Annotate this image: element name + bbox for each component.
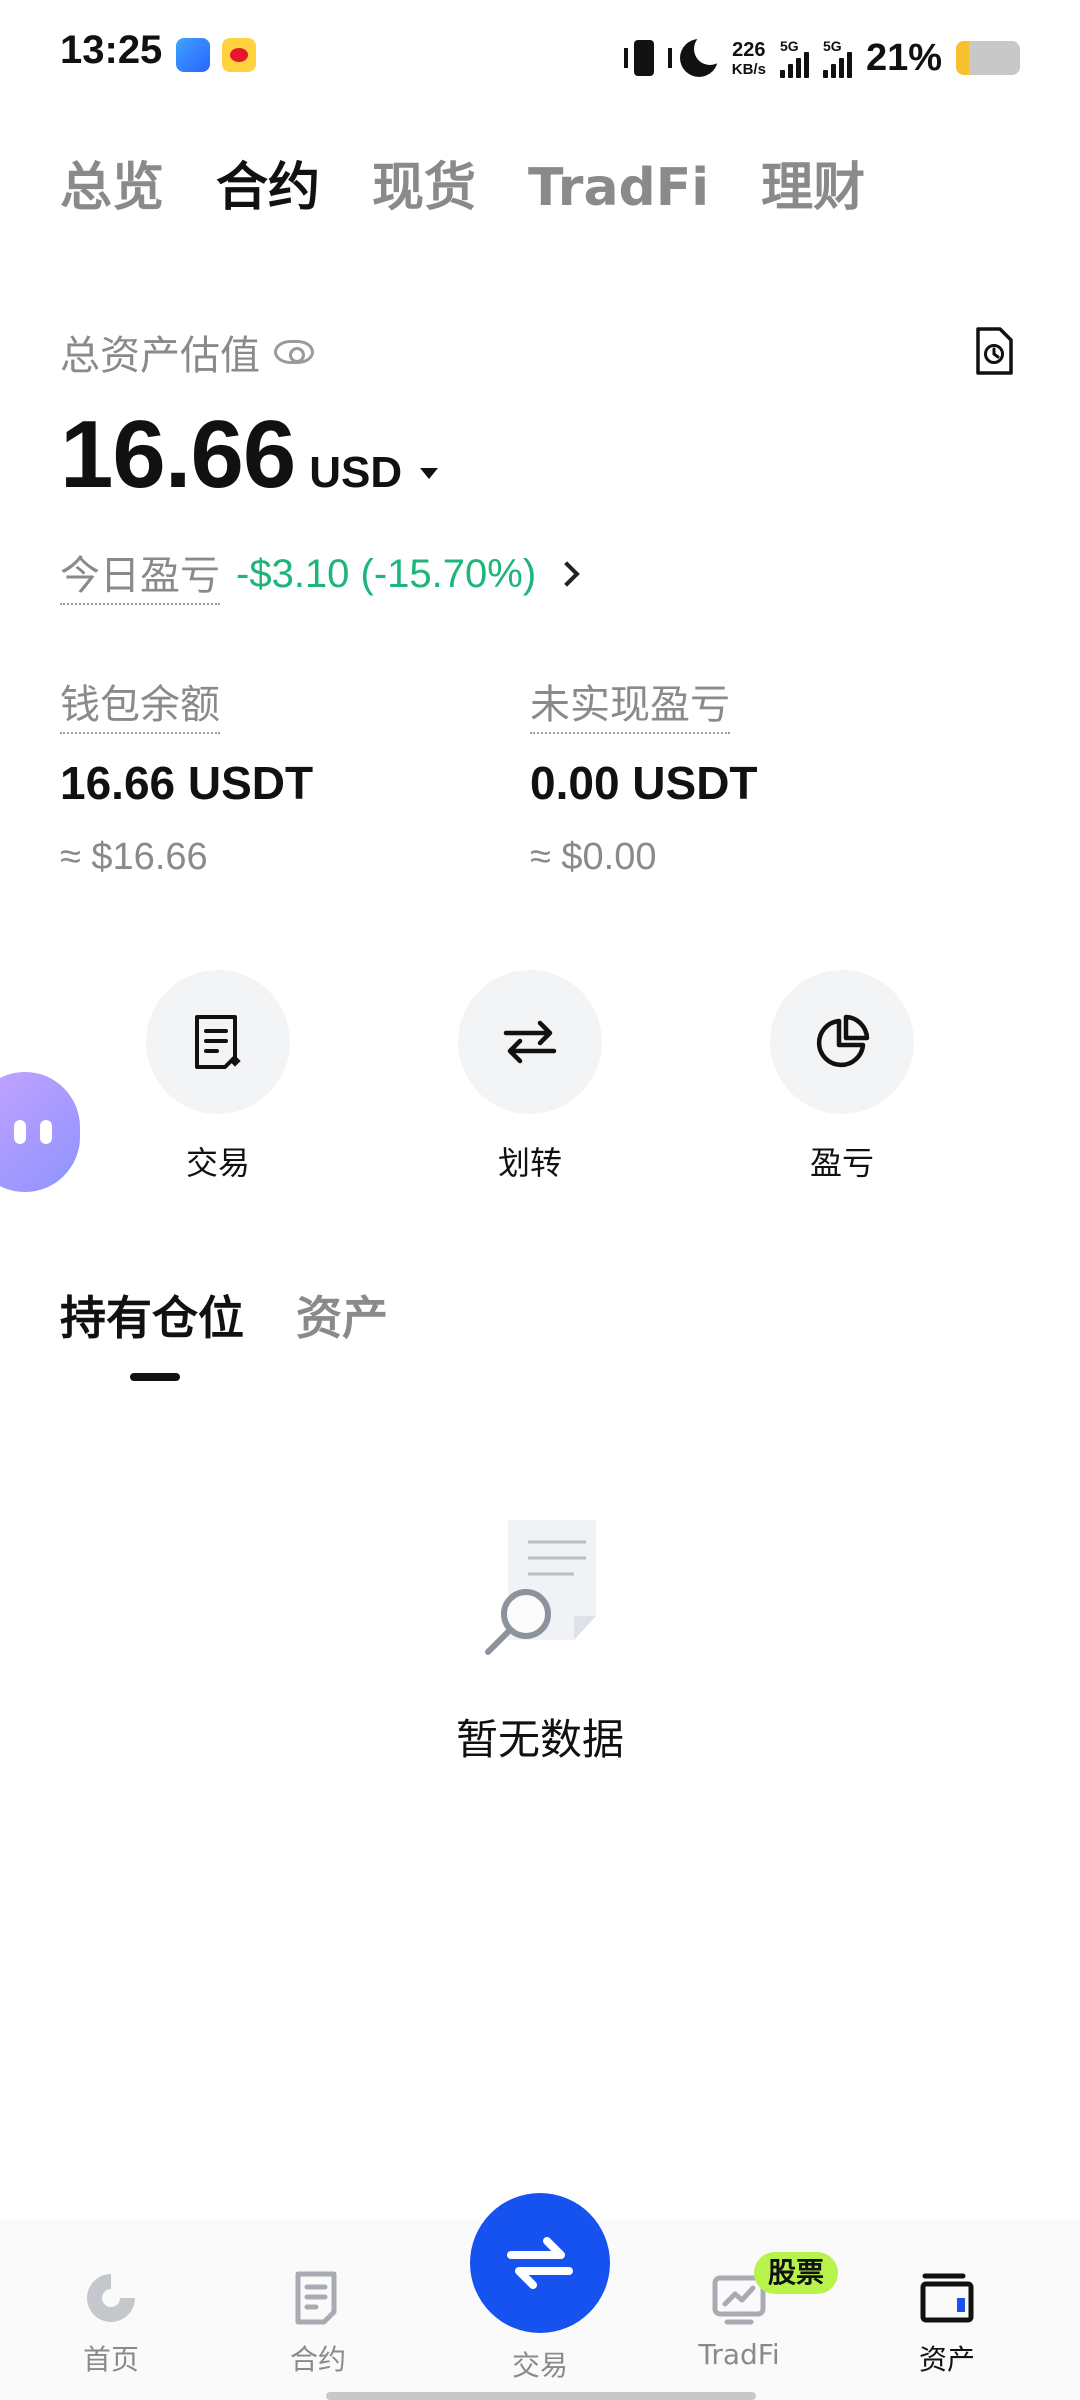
pnl-action-label: 盈亏 (809, 1144, 874, 1182)
sim1-label: 5G (779, 38, 799, 54)
unrealized-pnl: 未实现盈亏 0.00 USDT ≈ $0.00 (530, 672, 758, 879)
transfer-icon[interactable] (458, 970, 602, 1114)
pnl-action-button[interactable]: 盈亏 (767, 970, 917, 1184)
network-speed: 226 KB/s (732, 40, 766, 77)
tab-contract[interactable]: 合约 (216, 145, 320, 220)
position-tabs: 持有仓位 资产 (60, 1282, 388, 1348)
vibrate-icon (622, 40, 672, 76)
unrealized-pnl-approx: ≈ $0.00 (530, 836, 657, 878)
wallet-balance-label: 钱包余额 (60, 672, 220, 734)
trade-action-button[interactable]: 交易 (143, 970, 293, 1184)
nav-contract[interactable]: 合约 (243, 2270, 393, 2378)
status-bar: 13:25 226 KB/s 5G 5G 21% (0, 0, 1080, 120)
history-doc-icon[interactable] (974, 326, 1014, 376)
trade-fab-button[interactable] (470, 2193, 610, 2333)
tab-assets[interactable]: 资产 (296, 1282, 388, 1348)
stock-badge: 股票 (754, 2252, 839, 2294)
caret-down-icon[interactable] (420, 468, 439, 479)
nav-assets[interactable]: 资产 (872, 2270, 1022, 2378)
battery-percent: 21% (865, 36, 942, 79)
sim2-label: 5G (822, 38, 842, 54)
moon-icon (679, 33, 726, 77)
today-pnl-row[interactable]: 今日盈亏 -$3.10 (-15.70%) (60, 543, 580, 605)
today-pnl-value: -$3.10 (-15.70%) (236, 551, 537, 596)
pie-chart-icon[interactable] (770, 970, 914, 1114)
nav-tradfi-label: TradFi (698, 2338, 780, 2371)
total-asset-value-row[interactable]: 16.66 USD (60, 400, 439, 510)
home-indicator[interactable] (326, 2392, 756, 2400)
nav-home[interactable]: 首页 (36, 2270, 186, 2378)
tab-earn[interactable]: 理财 (761, 145, 865, 220)
network-speed-unit: KB/s (731, 60, 766, 78)
transfer-action-label: 划转 (497, 1144, 562, 1182)
chevron-right-icon[interactable] (554, 561, 580, 587)
top-tabs: 总览 合约 现货 TradFi 理财 (60, 145, 865, 220)
total-asset-label: 总资产估值 (60, 333, 260, 379)
nav-trade-label: 交易 (511, 2349, 568, 2382)
empty-state-text: 暂无数据 (455, 1715, 624, 1764)
currency-selector[interactable]: USD (309, 448, 402, 498)
status-indicators: 226 KB/s 5G 5G 21% (622, 30, 1020, 86)
wallet-balance-approx: ≈ $16.66 (60, 836, 208, 878)
wallet-balance: 钱包余额 16.66 USDT ≈ $16.66 (60, 672, 313, 879)
eye-icon[interactable] (274, 340, 314, 364)
today-pnl-label: 今日盈亏 (60, 543, 220, 605)
active-tab-indicator (130, 1373, 180, 1381)
signal-icon: 5G (822, 38, 852, 78)
network-speed-value: 226 (732, 38, 766, 61)
total-asset-label-row: 总资产估值 (60, 323, 314, 381)
nav-contract-label: 合约 (289, 2343, 346, 2376)
contract-icon (295, 2271, 337, 2325)
tab-overview[interactable]: 总览 (60, 145, 164, 220)
nav-assets-label: 资产 (918, 2343, 975, 2376)
unrealized-pnl-value: 0.00 USDT (530, 757, 758, 809)
swap-icon (507, 2237, 573, 2289)
battery-icon (956, 41, 1020, 75)
home-icon (87, 2274, 135, 2322)
app-notification-icon (176, 38, 210, 72)
total-asset-value: 16.66 (60, 401, 296, 508)
tab-positions[interactable]: 持有仓位 (60, 1282, 244, 1348)
trade-doc-icon[interactable] (146, 970, 290, 1114)
assistant-bubble-icon[interactable] (0, 1072, 80, 1192)
unrealized-pnl-label: 未实现盈亏 (530, 672, 730, 734)
trade-action-label: 交易 (185, 1144, 250, 1182)
weibo-icon (222, 38, 256, 72)
signal-icon: 5G (779, 38, 809, 78)
tab-tradfi[interactable]: TradFi (528, 158, 709, 218)
status-time: 13:25 (60, 28, 163, 72)
transfer-action-button[interactable]: 划转 (455, 970, 605, 1184)
wallet-icon (920, 2273, 974, 2323)
nav-home-label: 首页 (82, 2343, 139, 2376)
wallet-balance-value: 16.66 USDT (60, 757, 314, 809)
tab-spot[interactable]: 现货 (372, 145, 476, 220)
empty-document-icon (485, 1520, 596, 1655)
